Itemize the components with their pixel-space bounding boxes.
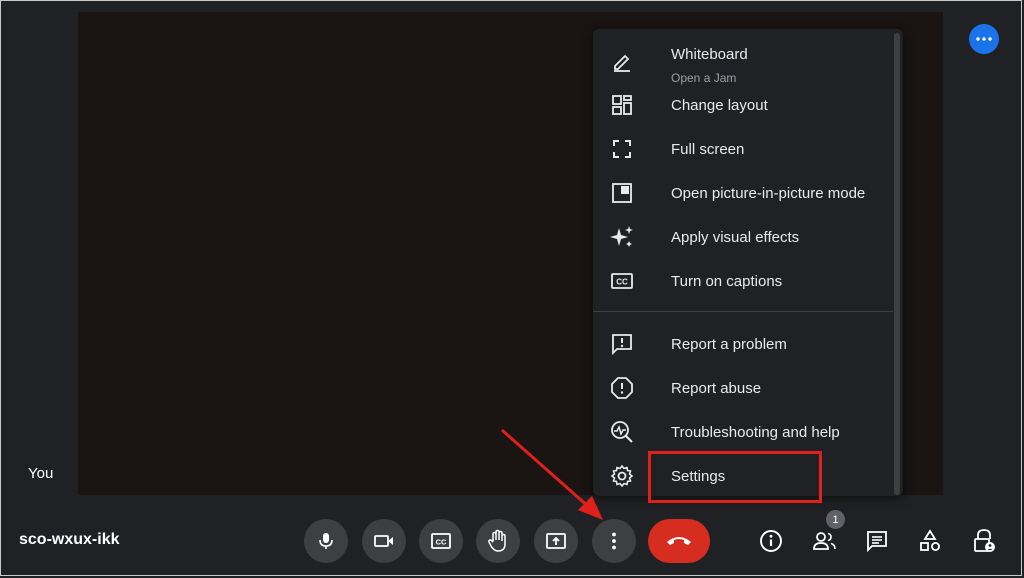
- activities-button[interactable]: [913, 524, 947, 558]
- present-icon: [546, 533, 566, 549]
- menu-item-full-screen[interactable]: Full screen: [593, 129, 893, 169]
- captions-button[interactable]: CC: [419, 519, 463, 563]
- menu-item-label: Open picture-in-picture mode: [671, 184, 866, 202]
- menu-item-report-problem[interactable]: Report a problem: [593, 324, 893, 364]
- menu-divider: [593, 311, 893, 312]
- chat-icon: [867, 531, 887, 553]
- ellipsis-icon: [976, 37, 992, 41]
- report-icon: [609, 375, 635, 401]
- more-options-button[interactable]: [592, 519, 636, 563]
- raise-hand-button[interactable]: [476, 519, 520, 563]
- menu-scrollbar[interactable]: [894, 33, 900, 495]
- svg-text:CC: CC: [436, 538, 447, 547]
- self-name-label: You: [28, 465, 54, 482]
- menu-item-label: Full screen: [671, 140, 745, 158]
- people-icon: [813, 532, 836, 550]
- menu-item-label: Whiteboard: [671, 46, 748, 63]
- menu-item-change-layout[interactable]: Change layout: [593, 85, 893, 125]
- menu-item-label: Apply visual effects: [671, 228, 800, 246]
- menu-item-label: Troubleshooting and help: [671, 423, 840, 441]
- captions-icon: CC: [431, 533, 451, 549]
- vertical-dots-icon: [612, 532, 616, 550]
- fullscreen-icon: [609, 136, 635, 162]
- gear-icon: [609, 463, 635, 489]
- camera-icon: [374, 535, 393, 547]
- microphone-icon: [319, 533, 333, 549]
- settings-highlight-annotation: [648, 451, 822, 503]
- picture-in-picture-icon: [609, 180, 635, 206]
- camera-button[interactable]: [362, 519, 406, 563]
- people-button[interactable]: [808, 524, 842, 558]
- menu-item-whiteboard[interactable]: Whiteboard Open a Jam: [593, 33, 893, 87]
- hand-icon: [488, 529, 506, 552]
- participant-count-badge: 1: [826, 510, 845, 529]
- menu-item-captions[interactable]: CC Turn on captions: [593, 261, 893, 301]
- sparkle-icon: [609, 224, 635, 250]
- menu-item-picture-in-picture[interactable]: Open picture-in-picture mode: [593, 173, 893, 213]
- pen-icon: [609, 48, 635, 74]
- lock-person-icon: [974, 529, 995, 552]
- menu-item-label: Report abuse: [671, 379, 762, 397]
- menu-item-visual-effects[interactable]: Apply visual effects: [593, 217, 893, 257]
- info-icon: [760, 530, 782, 552]
- layout-icon: [609, 92, 635, 118]
- hangup-phone-icon: [667, 537, 691, 545]
- meeting-code: sco-wxux-ikk: [19, 531, 120, 548]
- menu-item-report-abuse[interactable]: Report abuse: [593, 368, 893, 408]
- menu-item-label: Report a problem: [671, 335, 787, 353]
- host-controls-button[interactable]: [967, 524, 1001, 558]
- menu-item-label: Change layout: [671, 96, 768, 114]
- feedback-icon: [609, 331, 635, 357]
- captions-icon: CC: [609, 268, 635, 294]
- svg-text:CC: CC: [616, 278, 628, 287]
- menu-item-sublabel: Open a Jam: [671, 71, 737, 85]
- menu-item-troubleshooting[interactable]: Troubleshooting and help: [593, 412, 893, 452]
- microphone-button[interactable]: [304, 519, 348, 563]
- activities-icon: [920, 529, 940, 551]
- present-screen-button[interactable]: [534, 519, 578, 563]
- more-options-button[interactable]: [969, 24, 999, 54]
- chat-button[interactable]: [860, 524, 894, 558]
- leave-call-button[interactable]: [648, 519, 710, 563]
- more-options-menu: Whiteboard Open a Jam Change layout Full…: [593, 29, 903, 496]
- troubleshoot-icon: [609, 419, 635, 445]
- menu-item-label: Turn on captions: [671, 272, 783, 290]
- meeting-details-button[interactable]: [754, 524, 788, 558]
